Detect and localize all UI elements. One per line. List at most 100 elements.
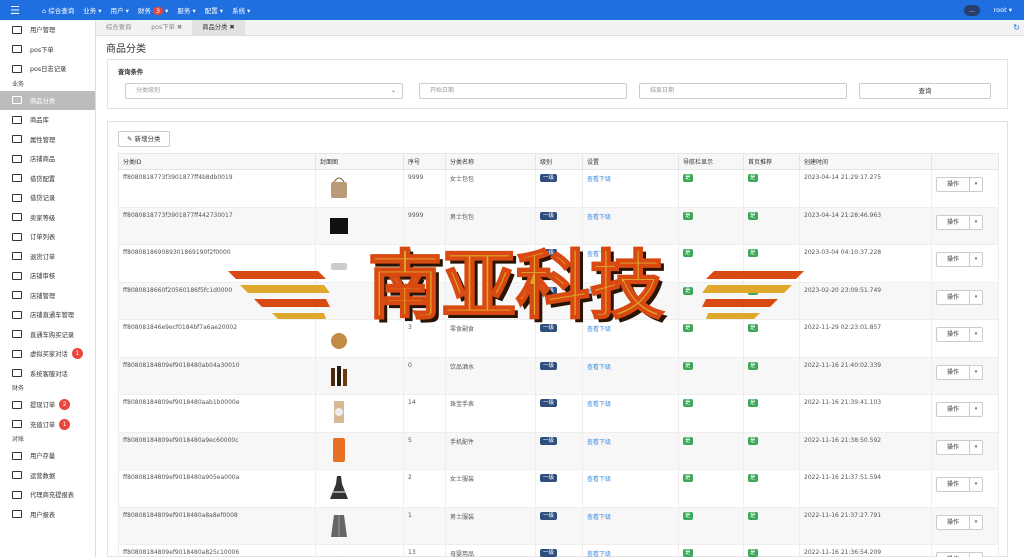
dropdown-caret-icon[interactable]: ▾ bbox=[970, 477, 983, 492]
settings-cell: 查看下级 bbox=[582, 469, 679, 508]
operation-button[interactable]: 操作 bbox=[936, 402, 970, 417]
view-children-link[interactable]: 查看下级 bbox=[587, 476, 611, 483]
list-panel: ✎ 新增分类 分类ID 封面图 序号 分类名称 级别 设置 导航栏显示 首页推荐 创建时间 ff… bbox=[107, 121, 1008, 557]
sidebar-item[interactable]: 属性管理 bbox=[0, 130, 95, 150]
level-badge: 一级 bbox=[540, 361, 558, 370]
operation-button[interactable]: 操作 bbox=[936, 327, 970, 342]
sidebar-item[interactable]: 店铺审核 bbox=[0, 266, 95, 286]
sidebar-item[interactable]: 退货订单 bbox=[0, 247, 95, 267]
dropdown-caret-icon[interactable]: ▾ bbox=[970, 177, 983, 192]
sidebar-item[interactable]: 系统客服对话 bbox=[0, 364, 95, 384]
chat-icon[interactable]: … bbox=[964, 5, 980, 16]
close-icon[interactable]: ✖ bbox=[175, 24, 182, 31]
nav-finance[interactable]: 财务 3 ▾ bbox=[138, 5, 168, 15]
sidebar-item[interactable]: 商品分类 bbox=[0, 90, 95, 110]
view-children-link[interactable]: 查看下级 bbox=[587, 401, 611, 408]
column-header: 分类名称 bbox=[445, 153, 536, 170]
column-header: 级别 bbox=[535, 153, 583, 170]
tab-2[interactable]: 商品分类 ✖ bbox=[192, 20, 245, 35]
nav-system[interactable]: 系统 ▾ bbox=[232, 5, 250, 15]
home-recommend-cell: 是 bbox=[743, 544, 800, 557]
menu-icon[interactable]: ☰ bbox=[0, 0, 30, 20]
nav-service[interactable]: 服务 ▾ bbox=[177, 5, 195, 15]
operation-button[interactable]: 操作 bbox=[936, 289, 970, 305]
sidebar-item[interactable]: 直通车购买记录 bbox=[0, 325, 95, 345]
dropdown-caret-icon[interactable]: ▾ bbox=[970, 402, 983, 417]
tab-0[interactable]: 综合查询 bbox=[96, 20, 141, 35]
operation-button[interactable]: 操作 bbox=[936, 177, 970, 192]
menu-item-icon bbox=[12, 213, 22, 222]
nav-display-cell: 是 bbox=[678, 469, 744, 508]
dropdown-caret-icon[interactable]: ▾ bbox=[970, 214, 983, 230]
nav-yes-badge: 是 bbox=[683, 174, 693, 182]
sidebar-item[interactable]: 虚拟买家对话 1 bbox=[0, 344, 95, 364]
sidebar-item-label: 商品分类 bbox=[30, 97, 56, 105]
sidebar-item[interactable]: 店铺直通车管理 bbox=[0, 305, 95, 325]
sidebar-item[interactable]: 用户管理 bbox=[0, 20, 95, 40]
operation-button[interactable]: 操作 bbox=[936, 364, 970, 380]
home-yes-badge: 是 bbox=[748, 511, 758, 520]
sidebar-item[interactable]: 代理商充提报表 bbox=[0, 485, 95, 505]
order-number: 1 bbox=[403, 506, 446, 545]
search-button[interactable]: 查询 bbox=[859, 83, 991, 99]
sidebar-item[interactable]: 提现订单 2 bbox=[0, 395, 95, 415]
sidebar-item[interactable]: 商品库 bbox=[0, 110, 95, 130]
view-children-link[interactable]: 查看下级 bbox=[587, 214, 611, 221]
dropdown-caret-icon[interactable]: ▾ bbox=[970, 439, 983, 455]
view-children-link[interactable]: 查看下级 bbox=[587, 176, 611, 183]
operation-button[interactable]: 操作 bbox=[936, 514, 970, 530]
sidebar-item[interactable]: 运营数据 bbox=[0, 466, 95, 486]
query-label: 查询条件 bbox=[118, 69, 144, 76]
order-number: 9999 bbox=[403, 169, 446, 208]
sidebar-item[interactable]: 订单列表 bbox=[0, 227, 95, 247]
dropdown-caret-icon[interactable]: ▾ bbox=[970, 252, 983, 267]
nav-home-label: 综合查询 bbox=[48, 7, 75, 15]
view-children-link[interactable]: 查看下级 bbox=[587, 439, 611, 446]
refresh-icon[interactable]: ↻ bbox=[1013, 23, 1020, 32]
operation-group: 操作▾ bbox=[936, 327, 998, 342]
sidebar-item[interactable]: 充值订单 1 bbox=[0, 415, 95, 435]
add-category-button[interactable]: ✎ 新增分类 bbox=[118, 131, 170, 147]
sidebar-item[interactable]: 用户报表 bbox=[0, 505, 95, 525]
dropdown-caret-icon[interactable]: ▾ bbox=[970, 289, 983, 305]
nav-users[interactable]: 用户 ▾ bbox=[111, 5, 129, 15]
nav-config[interactable]: 配置 ▾ bbox=[205, 5, 223, 15]
suit-thumbnail bbox=[331, 514, 347, 537]
sidebar-item[interactable]: 借贷配置 bbox=[0, 169, 95, 189]
view-children-link[interactable]: 查看下级 bbox=[587, 364, 611, 371]
operation-button[interactable]: 操作 bbox=[936, 552, 970, 557]
dropdown-caret-icon[interactable]: ▾ bbox=[970, 364, 983, 380]
sidebar-item[interactable]: pos日志记录 bbox=[0, 59, 95, 79]
operation-button[interactable]: 操作 bbox=[936, 439, 970, 455]
tab-1[interactable]: pos下单 ✖ bbox=[141, 20, 192, 35]
end-date-input[interactable]: 结束日期 bbox=[639, 83, 847, 99]
sidebar-item[interactable]: 店铺管理 bbox=[0, 286, 95, 306]
home-recommend-cell: 是 bbox=[743, 394, 800, 433]
level-select[interactable]: 分类级别 ⌄ bbox=[125, 83, 403, 99]
chevron-down-icon: ⌄ bbox=[390, 87, 396, 94]
operation-button[interactable]: 操作 bbox=[936, 477, 970, 492]
sidebar-item-label: 属性管理 bbox=[30, 136, 56, 144]
dropdown-caret-icon[interactable]: ▾ bbox=[970, 327, 983, 342]
sidebar-item[interactable]: 卖家等级 bbox=[0, 208, 95, 228]
sidebar-item[interactable]: 用户存量 bbox=[0, 446, 95, 466]
user-menu[interactable]: root ▾ bbox=[994, 6, 1012, 14]
nav-business[interactable]: 业务 ▾ bbox=[83, 5, 101, 15]
sidebar-item[interactable]: pos下单 bbox=[0, 40, 95, 60]
start-date-input[interactable]: 开始日期 bbox=[419, 83, 627, 99]
sidebar-item[interactable]: 借贷记录 bbox=[0, 188, 95, 208]
dropdown-caret-icon[interactable]: ▾ bbox=[970, 514, 983, 530]
handbag-thumbnail bbox=[331, 177, 347, 198]
operation-button[interactable]: 操作 bbox=[936, 214, 970, 230]
view-children-link[interactable]: 查看下级 bbox=[587, 551, 611, 557]
operation-cell: 操作▾ bbox=[931, 544, 999, 557]
close-icon[interactable]: ✖ bbox=[227, 24, 234, 31]
view-children-link[interactable]: 查看下级 bbox=[587, 514, 611, 521]
nav-home[interactable]: ⌂ 综合查询 bbox=[42, 5, 74, 15]
dropdown-caret-icon[interactable]: ▾ bbox=[970, 552, 983, 557]
menu-item-icon bbox=[12, 193, 22, 202]
created-time: 2023-04-14 21:28:46.963 bbox=[799, 206, 932, 245]
created-time: 2023-03-04 04:10:37.228 bbox=[799, 244, 932, 283]
operation-button[interactable]: 操作 bbox=[936, 252, 970, 267]
sidebar-item[interactable]: 店铺商品 bbox=[0, 149, 95, 169]
